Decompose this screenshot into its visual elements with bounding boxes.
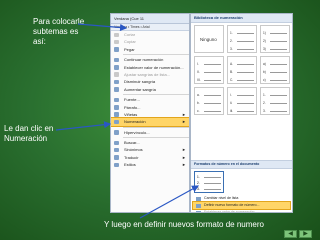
arrow-to-define-format: [139, 185, 200, 219]
arrow-to-toolbar: [77, 23, 128, 32]
arrows-layer: [55, 23, 200, 219]
arrow-to-numeracion: [55, 121, 112, 131]
prev-slide-button[interactable]: ◀: [284, 230, 297, 238]
next-slide-button[interactable]: ▶: [299, 230, 312, 238]
